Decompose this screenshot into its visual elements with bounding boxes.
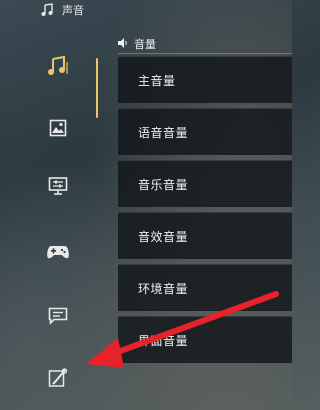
monitor-settings-icon xyxy=(48,176,68,196)
chat-bubble-icon xyxy=(48,307,68,325)
picture-icon xyxy=(49,119,67,137)
sidebar-item-display[interactable] xyxy=(40,110,76,146)
sidebar-item-tools[interactable] xyxy=(40,360,76,396)
section-divider xyxy=(118,53,292,54)
music-note-icon xyxy=(46,54,70,78)
volume-row-label: 界面音量 xyxy=(138,333,189,348)
sidebar-item-monitor[interactable] xyxy=(40,168,76,204)
selected-indicator xyxy=(96,58,98,118)
volume-row-music[interactable]: 音乐音量 xyxy=(118,160,292,207)
volume-row-label: 音效音量 xyxy=(138,229,189,244)
speaker-icon xyxy=(118,37,129,51)
sidebar-item-chat[interactable] xyxy=(40,298,76,334)
volume-row-voice[interactable]: 语音音量 xyxy=(118,108,292,155)
sidebar-item-controller[interactable] xyxy=(40,234,76,270)
page-title: 声音 xyxy=(62,4,84,17)
volume-row-label: 语音音量 xyxy=(138,125,189,140)
volume-row-label: 主音量 xyxy=(138,73,176,88)
volume-row-label: 音乐音量 xyxy=(138,177,189,192)
sidebar-item-audio[interactable] xyxy=(40,48,76,84)
volume-row-label: 环境音量 xyxy=(138,281,189,296)
volume-row-sfx[interactable]: 音效音量 xyxy=(118,212,292,259)
music-note-icon xyxy=(40,3,54,17)
volume-row-interface[interactable]: 界面音量 xyxy=(118,316,292,363)
wrench-icon xyxy=(48,368,68,388)
volume-section-header: 音量 xyxy=(118,36,156,52)
volume-section-title: 音量 xyxy=(134,38,156,51)
settings-sidebar xyxy=(0,22,108,410)
settings-title-bar: 声音 xyxy=(40,0,84,20)
volume-row-ambient[interactable]: 环境音量 xyxy=(118,264,292,311)
gamepad-icon xyxy=(46,244,70,260)
volume-row-master[interactable]: 主音量 xyxy=(118,56,292,103)
